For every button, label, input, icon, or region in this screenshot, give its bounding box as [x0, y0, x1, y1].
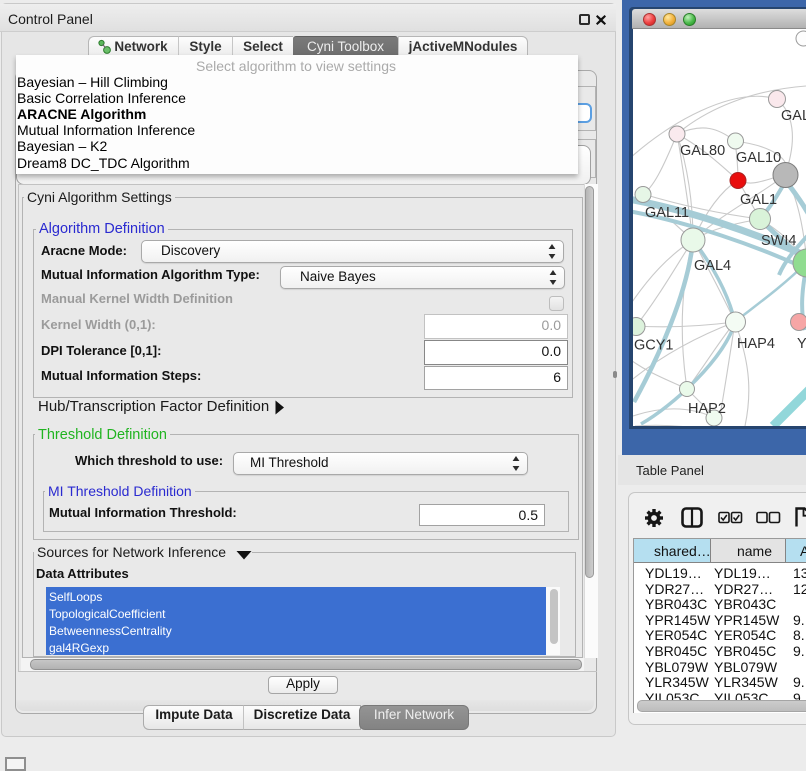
- svg-text:GAL4: GAL4: [694, 258, 731, 274]
- svg-text:HAP2: HAP2: [688, 401, 726, 417]
- svg-text:YM: YM: [797, 336, 806, 352]
- svg-text:GAL1: GAL1: [740, 192, 777, 208]
- svg-text:GAL11: GAL11: [645, 205, 689, 221]
- svg-text:GAL80: GAL80: [680, 143, 725, 159]
- svg-text:GCY1: GCY1: [634, 338, 674, 354]
- svg-text:GAL7: GAL7: [781, 108, 806, 124]
- svg-text:GAL10: GAL10: [736, 150, 781, 166]
- svg-text:SWI4: SWI4: [761, 233, 796, 249]
- svg-text:HAP4: HAP4: [737, 336, 775, 352]
